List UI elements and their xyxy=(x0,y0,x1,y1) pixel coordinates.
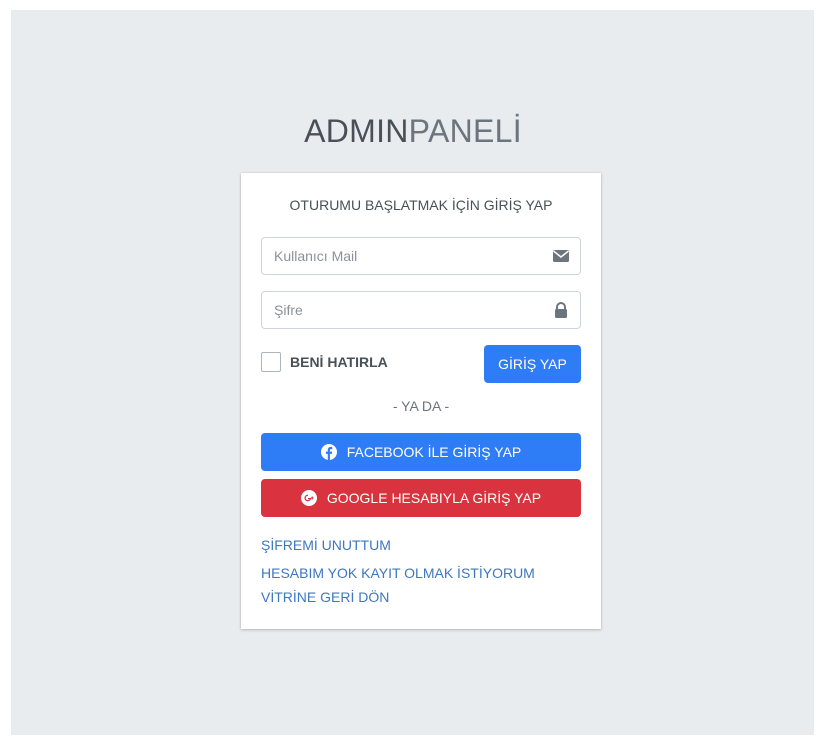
login-card: OTURUMU BAŞLATMAK İÇİN GİRİŞ YAP BENİ HA… xyxy=(241,173,601,629)
back-to-store-link[interactable]: VİTRİNE GERİ DÖN xyxy=(261,589,389,605)
google-login-button[interactable]: GOOGLE HESABIYLA GİRİŞ YAP xyxy=(261,479,581,517)
facebook-icon xyxy=(320,444,337,460)
or-separator: - YA DA - xyxy=(392,398,450,414)
register-link[interactable]: HESABIM YOK KAYIT OLMAK İSTİYORUM xyxy=(261,565,535,581)
login-box-message: OTURUMU BAŞLATMAK İÇİN GİRİŞ YAP xyxy=(289,197,553,213)
facebook-login-label: FACEBOOK İLE GİRİŞ YAP xyxy=(346,444,522,460)
lock-icon xyxy=(555,302,567,318)
app-logo[interactable]: ADMINPANELİ xyxy=(0,113,826,150)
google-login-label: GOOGLE HESABIYLA GİRİŞ YAP xyxy=(326,490,542,506)
google-plus-icon xyxy=(300,490,317,506)
logo-bold-text: ADMIN xyxy=(304,113,409,149)
forgot-password-link[interactable]: ŞİFREMİ UNUTTUM xyxy=(261,537,391,553)
logo-light-text: PANELİ xyxy=(408,113,522,149)
remember-me: BENİ HATIRLA xyxy=(261,350,388,374)
remember-label[interactable]: BENİ HATIRLA xyxy=(290,354,388,370)
password-input-group xyxy=(261,291,581,329)
email-input-group xyxy=(261,237,581,275)
envelope-icon xyxy=(553,250,569,262)
email-input[interactable] xyxy=(262,238,556,274)
remember-checkbox[interactable] xyxy=(261,352,281,372)
password-input[interactable] xyxy=(262,292,556,328)
login-button[interactable]: GİRİŞ YAP xyxy=(484,345,581,383)
facebook-login-button[interactable]: FACEBOOK İLE GİRİŞ YAP xyxy=(261,433,581,471)
